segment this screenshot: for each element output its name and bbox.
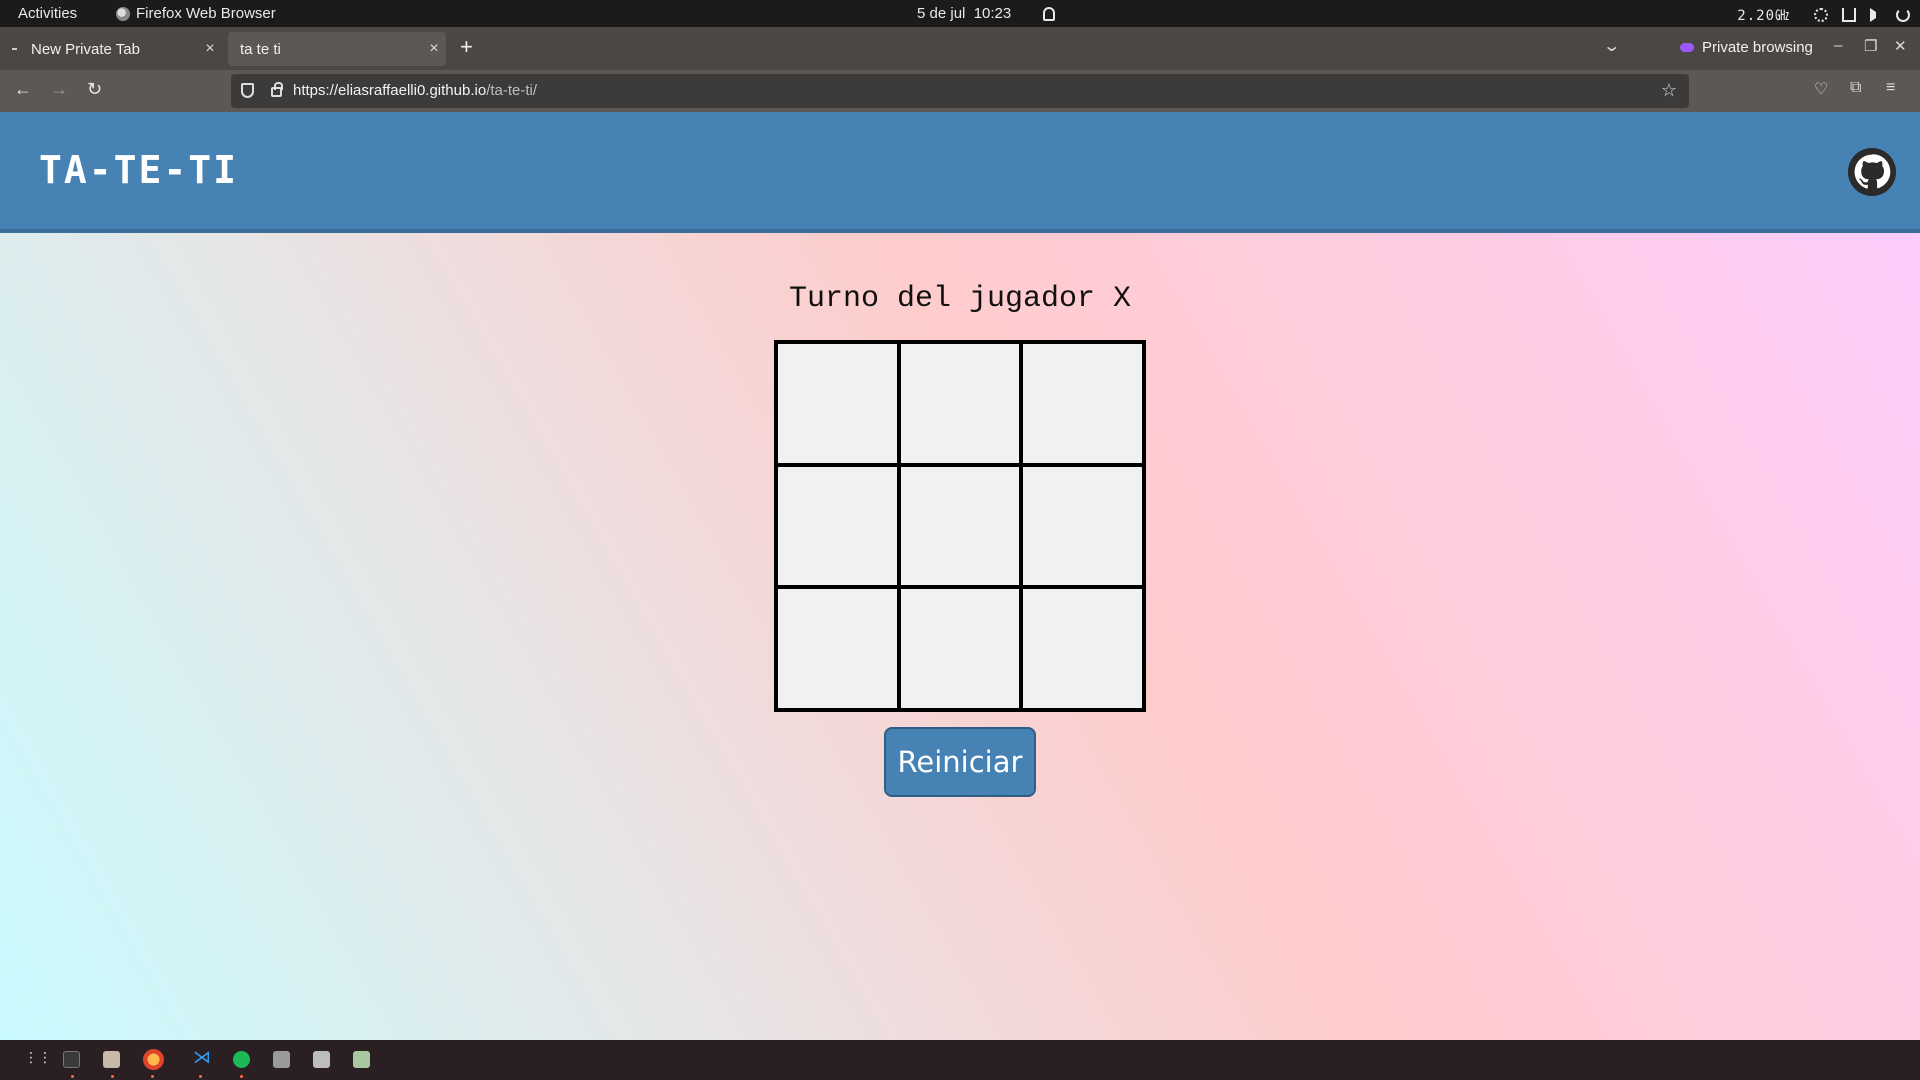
board-cell-2[interactable]: [898, 342, 1022, 465]
tracking-shield-icon[interactable]: [241, 83, 254, 98]
private-browsing-indicator: Private browsing: [1680, 39, 1813, 56]
running-indicator: [71, 1075, 74, 1078]
brightness-icon[interactable]: [1814, 8, 1828, 22]
restore-icon[interactable]: ❐: [1864, 37, 1877, 55]
show-apps-grid-icon[interactable]: ⋮⋮: [24, 1049, 52, 1066]
board-cell-4[interactable]: [776, 464, 899, 588]
clock[interactable]: 5 de jul 10:23: [917, 5, 1056, 22]
page-content: TA-TE-TI Turno del jugador X Reiniciar: [0, 112, 1920, 1040]
app-name: Firefox Web Browser: [136, 5, 276, 22]
list-all-tabs-chevron-icon[interactable]: ⌄: [1602, 36, 1621, 56]
terminal-icon[interactable]: [63, 1051, 80, 1068]
github-logo: [1848, 148, 1896, 196]
site-title: TA-TE-TI: [39, 148, 239, 192]
running-indicator: [151, 1075, 154, 1078]
volume-icon[interactable]: [1870, 8, 1882, 22]
files-icon[interactable]: [103, 1051, 120, 1068]
app-menu[interactable]: Firefox Web Browser: [116, 5, 276, 22]
vscode-icon[interactable]: ⋊: [193, 1047, 211, 1067]
github-icon[interactable]: [1848, 148, 1896, 196]
notification-bell-icon: [1043, 6, 1056, 21]
running-indicator: [111, 1075, 114, 1078]
reload-icon[interactable]: ↻: [87, 79, 102, 100]
board-cell-5[interactable]: [898, 464, 1022, 588]
firefox-icon: [116, 6, 130, 21]
extensions-icon[interactable]: ⧉: [1850, 79, 1861, 97]
network-icon[interactable]: [1842, 8, 1856, 22]
game-board: [774, 340, 1146, 712]
running-indicator: [240, 1075, 243, 1078]
forward-arrow-icon[interactable]: →: [50, 79, 68, 100]
text-editor-icon[interactable]: [313, 1051, 330, 1068]
board-cell-9[interactable]: [1021, 587, 1144, 710]
activities-button[interactable]: Activities: [18, 5, 77, 22]
close-icon[interactable]: ×: [422, 40, 446, 58]
tab-strip: New Private Tab × ta te ti × + ⌄ Private…: [0, 27, 1920, 70]
tab-label: ta te ti: [240, 40, 281, 58]
board-cell-1[interactable]: [776, 342, 899, 465]
site-header: TA-TE-TI: [0, 112, 1920, 233]
taskbar-dock: ⋮⋮ ⋊: [0, 1040, 1920, 1080]
tab-label: New Private Tab: [31, 40, 140, 58]
running-indicator: [199, 1075, 202, 1078]
url-text[interactable]: https://eliasraffaelli0.github.io/ta-te-…: [293, 82, 537, 99]
private-mask-icon: [1680, 43, 1694, 52]
board-cell-8[interactable]: [898, 587, 1022, 710]
tab-new-private[interactable]: New Private Tab ×: [0, 32, 222, 66]
private-label: Private browsing: [1702, 39, 1813, 56]
board-cell-3[interactable]: [1021, 342, 1144, 465]
bookmark-star-icon[interactable]: ☆: [1661, 80, 1677, 101]
menu-icon[interactable]: ≡: [1886, 79, 1895, 97]
lock-icon[interactable]: [271, 82, 283, 97]
trash-icon[interactable]: [353, 1051, 370, 1068]
new-tab-button[interactable]: +: [460, 34, 473, 60]
navigation-bar: ← → ↻ https://eliasraffaelli0.github.io/…: [0, 70, 1920, 112]
board-cell-7[interactable]: [776, 587, 899, 710]
power-icon[interactable]: [1896, 8, 1910, 22]
minimize-icon[interactable]: –: [1834, 37, 1842, 54]
back-arrow-icon[interactable]: ←: [14, 79, 32, 100]
firefox-dock-icon[interactable]: [143, 1049, 164, 1070]
pocket-icon[interactable]: ♡: [1814, 79, 1828, 99]
app-icon[interactable]: [273, 1051, 290, 1068]
spotify-icon[interactable]: [233, 1051, 250, 1068]
cpu-frequency: 2.20㎓: [1737, 8, 1790, 24]
restart-button[interactable]: Reiniciar: [884, 727, 1036, 797]
url-path: /ta-te-ti/: [486, 82, 538, 99]
turn-indicator: Turno del jugador X: [788, 282, 1132, 316]
system-tray[interactable]: 2.20㎓: [1737, 5, 1910, 25]
window-close-icon[interactable]: ✕: [1894, 37, 1907, 55]
tab-dash-icon: [12, 48, 17, 50]
tab-ta-te-ti[interactable]: ta te ti ×: [228, 32, 446, 66]
url-bar[interactable]: https://eliasraffaelli0.github.io/ta-te-…: [231, 74, 1689, 108]
url-host: https://eliasraffaelli0.github.io: [293, 82, 487, 99]
close-icon[interactable]: ×: [198, 40, 222, 58]
datetime: 5 de jul 10:23: [917, 5, 1012, 22]
system-top-bar: Activities Firefox Web Browser 5 de jul …: [0, 0, 1920, 27]
board-cell-6[interactable]: [1021, 464, 1144, 588]
